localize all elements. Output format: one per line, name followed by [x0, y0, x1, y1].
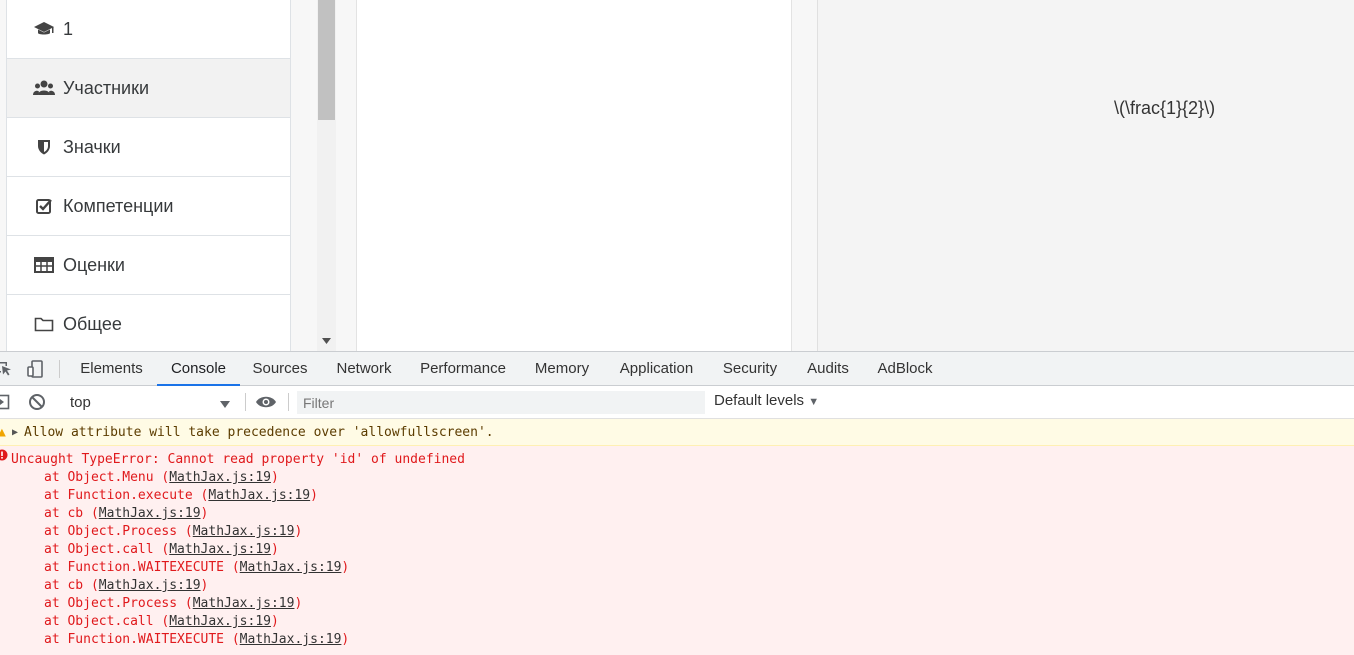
stack-trace-line: at Object.call (MathJax.js:19): [44, 614, 279, 629]
error-message: Uncaught TypeError: Cannot read property…: [11, 452, 465, 467]
preview-panel: [817, 0, 1354, 351]
scroll-down-arrow-icon[interactable]: [317, 335, 336, 347]
sidebar-item-participants[interactable]: Участники: [7, 59, 290, 118]
content-panel: [356, 0, 792, 351]
folder-icon: [33, 314, 55, 334]
filter-input[interactable]: [297, 391, 705, 414]
warning-icon: ▲: [0, 425, 6, 440]
log-levels-dropdown[interactable]: Default levels ▼: [714, 392, 819, 409]
sidebar-item-competencies[interactable]: Компетенции: [7, 177, 290, 236]
source-link[interactable]: MathJax.js:19: [169, 470, 271, 485]
context-selector[interactable]: top: [62, 391, 238, 413]
sidebar-item-label: Компетенции: [63, 195, 174, 216]
tab-security[interactable]: Security: [711, 352, 789, 386]
source-link[interactable]: MathJax.js:19: [193, 596, 295, 611]
tab-network[interactable]: Network: [322, 352, 406, 386]
stack-trace-line: at Function.WAITEXECUTE (MathJax.js:19): [44, 560, 350, 575]
tab-memory[interactable]: Memory: [521, 352, 603, 386]
source-link[interactable]: MathJax.js:19: [99, 578, 201, 593]
users-icon: [33, 78, 55, 98]
console-warning-row[interactable]: ▲ ▶ Allow attribute will take precedence…: [0, 419, 1354, 446]
sidebar-item-general[interactable]: Общее: [7, 295, 290, 351]
sidebar-item-label: 1: [63, 18, 74, 39]
log-levels-label: Default levels: [714, 392, 805, 409]
sidebar-item-label: Участники: [63, 77, 149, 98]
toolbar-divider: [288, 393, 289, 411]
stack-trace-line: at Function.WAITEXECUTE (MathJax.js:19): [44, 632, 350, 647]
stack-trace-line: at Function.execute (MathJax.js:19): [44, 488, 318, 503]
stack-function: at Object.Process: [44, 596, 178, 611]
stack-function: at Function.WAITEXECUTE: [44, 632, 225, 647]
source-link[interactable]: MathJax.js:19: [193, 524, 295, 539]
tab-application[interactable]: Application: [606, 352, 707, 386]
tab-adblock[interactable]: AdBlock: [865, 352, 945, 386]
sidebar-scrollbar[interactable]: [317, 0, 336, 351]
source-link[interactable]: MathJax.js:19: [240, 560, 342, 575]
checkbox-icon: [33, 196, 55, 216]
stack-trace-line: at Object.call (MathJax.js:19): [44, 542, 279, 557]
source-link[interactable]: MathJax.js:19: [169, 614, 271, 629]
page-viewport: 1 Участники Значки Компетенции Оценки Об…: [0, 0, 1354, 351]
tab-console[interactable]: Console: [157, 352, 240, 386]
error-icon: [0, 449, 8, 465]
shield-icon: [33, 137, 55, 157]
stack-function: at Object.call: [44, 542, 154, 557]
toolbar-divider: [245, 393, 246, 411]
stack-function: at cb: [44, 578, 84, 593]
devtools-panel: Elements Console Sources Network Perform…: [0, 351, 1354, 655]
stack-function: at Object.Process: [44, 524, 178, 539]
toolbar-divider: [59, 360, 60, 378]
sidebar-item-label: Общее: [63, 313, 122, 334]
sidebar-item-label: Значки: [63, 136, 121, 157]
sidebar-item-badges[interactable]: Значки: [7, 118, 290, 177]
stack-trace-line: at Object.Process (MathJax.js:19): [44, 524, 303, 539]
console-output: ▲ ▶ Allow attribute will take precedence…: [0, 419, 1354, 655]
stack-trace-line: at cb (MathJax.js:19): [44, 578, 209, 593]
stack-function: at cb: [44, 506, 84, 521]
console-toolbar: top Default levels ▼: [0, 386, 1354, 419]
stack-trace-line: at Object.Menu (MathJax.js:19): [44, 470, 279, 485]
stack-function: at Object.Menu: [44, 470, 154, 485]
inspect-element-icon[interactable]: [0, 360, 14, 378]
sidebar-item-label: Оценки: [63, 254, 125, 275]
devtools-tabbar: Elements Console Sources Network Perform…: [0, 352, 1354, 386]
clear-console-icon[interactable]: [27, 393, 47, 411]
course-sidebar: 1 Участники Значки Компетенции Оценки Об…: [6, 0, 291, 351]
stack-trace-line: at cb (MathJax.js:19): [44, 506, 209, 521]
chevron-down-icon: ▼: [808, 396, 820, 408]
warning-message: Allow attribute will take precedence ove…: [24, 425, 494, 440]
show-sidebar-icon[interactable]: [0, 393, 12, 411]
stack-function: at Object.call: [44, 614, 154, 629]
source-link[interactable]: MathJax.js:19: [169, 542, 271, 557]
expand-triangle-icon[interactable]: ▶: [12, 419, 18, 446]
stack-function: at Function.WAITEXECUTE: [44, 560, 225, 575]
tab-audits[interactable]: Audits: [794, 352, 862, 386]
dropdown-arrow-icon[interactable]: [220, 395, 230, 413]
stack-function: at Function.execute: [44, 488, 193, 503]
source-link[interactable]: MathJax.js:19: [99, 506, 201, 521]
graduation-cap-icon: [33, 19, 55, 39]
console-error-block: Uncaught TypeError: Cannot read property…: [0, 446, 1354, 655]
stack-trace-line: at Object.Process (MathJax.js:19): [44, 596, 303, 611]
source-link[interactable]: MathJax.js:19: [208, 488, 310, 503]
scrollbar-thumb[interactable]: [318, 0, 335, 120]
sidebar-item-course[interactable]: 1: [7, 0, 290, 59]
live-expression-eye-icon[interactable]: [255, 393, 277, 411]
table-icon: [33, 255, 55, 275]
sidebar-item-grades[interactable]: Оценки: [7, 236, 290, 295]
math-expression: \(\frac{1}{2}\): [1114, 98, 1216, 118]
source-link[interactable]: MathJax.js:19: [240, 632, 342, 647]
device-toolbar-icon[interactable]: [25, 360, 45, 378]
tab-sources[interactable]: Sources: [240, 352, 320, 386]
tab-elements[interactable]: Elements: [68, 352, 155, 386]
tab-performance[interactable]: Performance: [408, 352, 518, 386]
